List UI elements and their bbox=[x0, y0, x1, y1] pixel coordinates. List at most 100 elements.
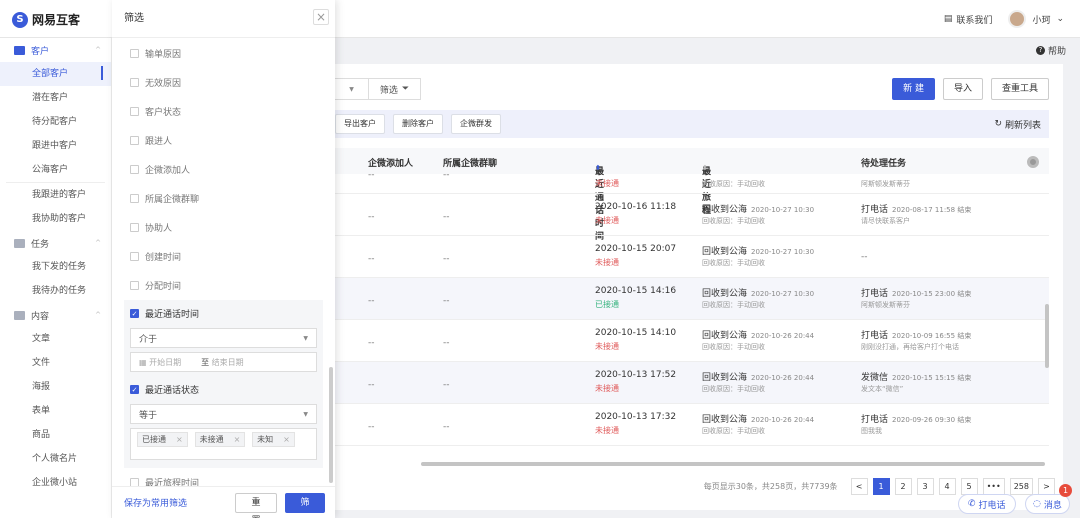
sidebar-item-posters[interactable]: 海报 bbox=[0, 375, 111, 399]
sidebar-item-micro-site[interactable]: 企业微小站 bbox=[0, 471, 111, 495]
sidebar-item-my-assisted[interactable]: 我协助的客户 bbox=[0, 207, 111, 231]
filter-field-recent-journey-time[interactable]: 最近旅程时间 bbox=[112, 468, 323, 486]
table-horizontal-scrollbar[interactable] bbox=[421, 462, 1045, 466]
checkbox[interactable] bbox=[130, 165, 139, 174]
sidebar-item-todo-tasks[interactable]: 我待办的任务 bbox=[0, 279, 111, 303]
filter-button[interactable]: 筛选 ⏷ bbox=[369, 78, 421, 100]
refresh-list-button[interactable]: ↻ 刷新列表 bbox=[994, 118, 1041, 131]
close-icon[interactable]: × bbox=[176, 435, 183, 444]
sidebar-item-all-customers[interactable]: 全部客户 bbox=[0, 62, 111, 86]
sidebar-item-unassigned-customers[interactable]: 待分配客户 bbox=[0, 110, 111, 134]
close-icon[interactable]: × bbox=[313, 9, 329, 25]
view-select[interactable]: ▼ bbox=[335, 78, 369, 100]
filter-field-recent-call-status[interactable]: ✓ 最近通话状态 bbox=[130, 378, 317, 400]
operator-select[interactable]: 介于 ▼ bbox=[130, 328, 317, 348]
close-icon[interactable]: × bbox=[234, 435, 241, 444]
cell-task-sub: 刚刚没打通，再给客户打个电话 bbox=[861, 343, 959, 351]
filter-field-invalid-reason[interactable]: 无效原因 bbox=[112, 68, 323, 97]
sidebar-item-business-card[interactable]: 个人微名片 bbox=[0, 447, 111, 471]
filter-field-lose-reason[interactable]: 输单原因 bbox=[112, 39, 323, 68]
sidebar-item-files[interactable]: 文件 bbox=[0, 351, 111, 375]
checkbox-checked[interactable]: ✓ bbox=[130, 308, 139, 318]
sidebar-item-public-pool[interactable]: 公海客户 bbox=[0, 158, 111, 182]
checkbox[interactable] bbox=[130, 223, 139, 232]
operator-select[interactable]: 等于 ▼ bbox=[130, 404, 317, 424]
cell-adder: -- bbox=[368, 296, 375, 306]
new-button[interactable]: 新 建 bbox=[892, 78, 935, 100]
filter-field-wecom-adder[interactable]: 企微添加人 bbox=[112, 155, 323, 184]
export-customers-button[interactable]: 导出客户 bbox=[335, 114, 385, 134]
table-row[interactable]: -- -- 未接通 回收原因：手动回收 阿斯顿发斯蒂芬 bbox=[335, 174, 1049, 194]
filter-field-wecom-group[interactable]: 所属企微群聊 bbox=[112, 184, 323, 213]
status-tag-select[interactable]: 已接通 × 未接通 × 未知 × bbox=[130, 428, 317, 460]
save-common-filter-link[interactable]: 保存为常用筛选 bbox=[124, 496, 187, 509]
page-button[interactable]: 4 bbox=[938, 478, 956, 495]
page-button[interactable]: 2 bbox=[894, 478, 912, 495]
column-header-task: 待处理任务 bbox=[861, 159, 907, 169]
sidebar-item-forms[interactable]: 表单 bbox=[0, 399, 111, 423]
checkbox[interactable] bbox=[130, 49, 139, 58]
help-link[interactable]: ? 帮助 bbox=[1035, 44, 1066, 57]
help-icon: ? bbox=[1035, 46, 1045, 55]
table-row[interactable]: -- -- 2020-10-15 14:10 未接通 回收到公海 2020-10-… bbox=[335, 320, 1049, 362]
wecom-group-send-button[interactable]: 企微群发 bbox=[451, 114, 501, 134]
call-float-button[interactable]: ✆ 打电话 bbox=[958, 494, 1016, 514]
page-button[interactable]: 1 bbox=[872, 478, 890, 495]
checkbox[interactable] bbox=[130, 78, 139, 87]
date-range-input[interactable]: ▦ 开始日期 至 结束日期 bbox=[130, 352, 317, 372]
checkbox-checked[interactable]: ✓ bbox=[130, 384, 139, 394]
filter-field-assistant[interactable]: 协助人 bbox=[112, 213, 323, 242]
sidebar-item-my-followed[interactable]: 我跟进的客户 bbox=[0, 183, 111, 207]
sidebar-item-products[interactable]: 商品 bbox=[0, 423, 111, 447]
sidebar-item-potential-customers[interactable]: 潜在客户 bbox=[0, 86, 111, 110]
table-row[interactable]: -- -- 2020-10-15 20:07 未接通 回收到公海 2020-10-… bbox=[335, 236, 1049, 278]
filter-field-created-time[interactable]: 创建时间 bbox=[112, 242, 323, 271]
call-label: 打电话 bbox=[978, 500, 1006, 511]
table-row[interactable]: -- -- 2020-10-16 11:18 未接通 回收到公海 2020-10-… bbox=[335, 194, 1049, 236]
table-row[interactable]: -- -- 2020-10-15 14:16 已接通 回收到公海 2020-10-… bbox=[335, 278, 1049, 320]
table-row[interactable]: -- -- 2020-10-13 17:32 未接通 回收到公海 2020-10-… bbox=[335, 404, 1049, 446]
app-logo[interactable]: S 网易互客 bbox=[12, 11, 80, 28]
filter-field-customer-status[interactable]: 客户状态 bbox=[112, 97, 323, 126]
filter-field-label: 协助人 bbox=[145, 224, 173, 234]
close-icon[interactable]: × bbox=[283, 435, 290, 444]
table-row[interactable]: -- -- 2020-10-13 17:52 未接通 回收到公海 2020-10-… bbox=[335, 362, 1049, 404]
page-button[interactable]: 3 bbox=[916, 478, 934, 495]
sidebar-item-articles[interactable]: 文章 bbox=[0, 327, 111, 351]
filter-field-assigned-time[interactable]: 分配时间 bbox=[112, 271, 323, 300]
delete-customers-button[interactable]: 删除客户 bbox=[393, 114, 443, 134]
reset-button[interactable]: 重 置 bbox=[235, 492, 277, 518]
prev-page-button[interactable]: < bbox=[850, 478, 868, 495]
checkbox[interactable] bbox=[130, 478, 139, 486]
filter-field-follower[interactable]: 跟进人 bbox=[112, 126, 323, 155]
filter-field-recent-call-time[interactable]: ✓ 最近通话时间 bbox=[130, 302, 317, 324]
page-button[interactable]: 5 bbox=[960, 478, 978, 495]
checkbox[interactable] bbox=[130, 194, 139, 203]
next-page-button[interactable]: > bbox=[1038, 478, 1055, 495]
cell-adder: -- bbox=[368, 254, 375, 264]
sort-icon[interactable]: ⬍ bbox=[702, 164, 708, 172]
checkbox[interactable] bbox=[130, 107, 139, 116]
message-float-button[interactable]: ◌ 消息 bbox=[1025, 494, 1070, 514]
sidebar-group-customers[interactable]: 客户 ^ bbox=[0, 38, 111, 62]
checkbox[interactable] bbox=[130, 252, 139, 261]
notification-badge: 1 bbox=[1059, 484, 1072, 497]
contact-us-link[interactable]: ▤ 联系我们 bbox=[944, 13, 993, 26]
customer-card-icon bbox=[14, 45, 25, 55]
page-button[interactable]: 258 bbox=[1009, 478, 1033, 495]
table-vertical-scrollbar[interactable] bbox=[1045, 304, 1049, 368]
sidebar-item-issued-tasks[interactable]: 我下发的任务 bbox=[0, 255, 111, 279]
user-menu[interactable]: 小珂 ⌄ bbox=[1008, 10, 1064, 28]
dedup-tool-button[interactable]: 查重工具 bbox=[990, 78, 1049, 100]
sidebar-group-content[interactable]: 内容 ^ bbox=[0, 303, 111, 327]
sidebar-group-tasks[interactable]: 任务 ^ bbox=[0, 231, 111, 255]
checkbox[interactable] bbox=[130, 281, 139, 290]
checkbox[interactable] bbox=[130, 136, 139, 145]
import-button[interactable]: 导入 bbox=[942, 78, 983, 100]
apply-filter-button[interactable]: 筛 选 bbox=[285, 492, 325, 518]
gear-icon[interactable] bbox=[1027, 156, 1039, 168]
sort-desc-icon[interactable]: ⬍ bbox=[595, 164, 601, 172]
sidebar-item-following-customers[interactable]: 跟进中客户 bbox=[0, 134, 111, 158]
filter-scrollbar[interactable] bbox=[329, 367, 333, 483]
page-ellipsis[interactable]: ••• bbox=[982, 478, 1005, 495]
